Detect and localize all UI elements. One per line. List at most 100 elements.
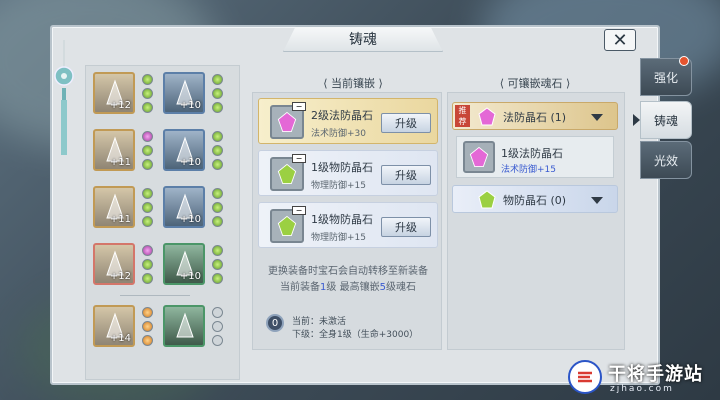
- equipment-slot-weapon[interactable]: +14: [93, 305, 135, 347]
- upgrade-button[interactable]: 升级: [381, 217, 431, 237]
- socket-gem-icon: [142, 145, 153, 156]
- gem-stat: 物理防御+15: [311, 233, 366, 243]
- set-bonus-next: 下级：全身1级（生命+3000）: [292, 330, 419, 340]
- physical-gem-icon: [277, 163, 297, 184]
- equipment-slot-chest[interactable]: +11: [93, 186, 135, 228]
- equipment-level: +10: [179, 100, 201, 111]
- note-text: 当前装备: [280, 282, 321, 293]
- socket-gem-icon: [142, 259, 153, 270]
- category-name: 物防晶石 (0): [503, 194, 567, 207]
- physical-gem-icon: [277, 215, 297, 236]
- equipment-level: +10: [179, 271, 201, 282]
- window-title-text: 铸魂: [349, 32, 377, 48]
- max-level-note: 当前装备1级 最高镶嵌5级魂石: [258, 278, 438, 293]
- category-magic-defense[interactable]: 推荐 法防晶石 (1): [452, 102, 618, 130]
- equipment-divider: [120, 295, 190, 296]
- chevron-down-icon[interactable]: [591, 114, 603, 121]
- remove-gem-icon[interactable]: −: [292, 102, 306, 111]
- category-physical-defense[interactable]: 物防晶石 (0): [452, 185, 618, 213]
- jade-ornament-icon: [54, 40, 74, 155]
- equipment-level: +10: [179, 157, 201, 168]
- inlaid-gem-row[interactable]: − 1级物防晶石 物理防御+15 升级: [258, 150, 438, 196]
- remove-gem-icon[interactable]: −: [292, 154, 306, 163]
- inlaid-gem-row[interactable]: − 1级物防晶石 物理防御+15 升级: [258, 202, 438, 248]
- gem-slot[interactable]: −: [270, 102, 306, 139]
- equipment-slot-fashion[interactable]: [163, 305, 205, 347]
- socket-gem-icon: [212, 273, 223, 284]
- socket-gem-icon: [212, 335, 223, 346]
- socket-gem-icon: [212, 88, 223, 99]
- socket-gem-icon: [212, 159, 223, 170]
- upgrade-button[interactable]: 升级: [381, 165, 431, 185]
- socket-gem-icon: [212, 131, 223, 142]
- gem-slot[interactable]: −: [270, 154, 306, 191]
- gem-name: 1级物防晶石: [311, 161, 373, 174]
- socket-gem-icon: [142, 88, 153, 99]
- socket-gem-icon: [212, 321, 223, 332]
- socket-gem-icon: [142, 216, 153, 227]
- socket-gem-icon: [142, 159, 153, 170]
- category-name: 法防晶石 (1): [503, 111, 567, 124]
- remove-gem-icon[interactable]: −: [292, 206, 306, 215]
- note-text: 级 最高镶嵌: [326, 282, 380, 293]
- socket-gem-icon: [142, 202, 153, 213]
- stone-name: 1级法防晶石: [501, 147, 563, 160]
- set-bonus-icon: 0: [266, 314, 284, 332]
- equipment-slot-charm[interactable]: +10: [163, 243, 205, 285]
- equipment-slot-helmet[interactable]: +12: [93, 72, 135, 114]
- watermark-subtext: zjhao.com: [610, 384, 674, 394]
- equipment-level: +11: [109, 157, 131, 168]
- recommend-tag: 推荐: [455, 105, 470, 127]
- stone-stat: 法术防御+15: [501, 165, 556, 175]
- transfer-note: 更换装备时宝石会自动转移至新装备: [268, 266, 428, 277]
- tab-forge-soul[interactable]: 铸魂: [640, 101, 692, 139]
- current-inlay-header: ⟨ 当前镶嵌 ⟩: [323, 76, 383, 91]
- socket-gem-icon: [212, 74, 223, 85]
- equipment-slot-necklace[interactable]: +10: [163, 72, 205, 114]
- available-stones-title: 可镶嵌魂石: [507, 77, 563, 90]
- equipment-level: +12: [109, 271, 131, 282]
- socket-gem-icon: [142, 245, 153, 256]
- fashion-icon: [176, 312, 194, 338]
- physical-gem-icon: [478, 190, 496, 209]
- tab-pointer-icon: [633, 114, 640, 126]
- watermark-text: 干将手游站: [608, 364, 703, 385]
- socket-gem-icon: [212, 307, 223, 318]
- notification-dot: [679, 56, 689, 66]
- gem-name: 1级物防晶石: [311, 213, 373, 226]
- equipment-slot-pendant[interactable]: +10: [163, 129, 205, 171]
- inlaid-gem-row[interactable]: − 2级法防晶石 法术防御+30 升级: [258, 98, 438, 144]
- close-button[interactable]: ✕: [604, 29, 636, 51]
- gem-slot[interactable]: −: [270, 206, 306, 243]
- stone-list-item[interactable]: 1级法防晶石 法术防御+15: [456, 136, 614, 178]
- socket-gem-icon: [212, 245, 223, 256]
- socket-gem-icon: [142, 188, 153, 199]
- equipment-slot-boots[interactable]: +12: [93, 243, 135, 285]
- socket-gem-icon: [212, 188, 223, 199]
- stone-slot: [463, 141, 495, 173]
- socket-gem-icon: [212, 102, 223, 113]
- tab-light-effect[interactable]: 光效: [640, 141, 692, 179]
- socket-gem-icon: [142, 273, 153, 284]
- equipment-slot-bracer[interactable]: +11: [93, 129, 135, 171]
- equipment-level: +10: [179, 214, 201, 225]
- chevron-down-icon[interactable]: [591, 197, 603, 204]
- gem-name: 2级法防晶石: [311, 109, 373, 122]
- socket-gem-icon: [212, 202, 223, 213]
- socket-gem-icon: [142, 321, 153, 332]
- set-bonus-current: 当前：未激活: [292, 317, 347, 327]
- current-inlay-title: 当前镶嵌: [331, 77, 375, 90]
- site-watermark: 干将手游站 zjhao.com: [568, 358, 720, 400]
- available-stones-panel: [447, 92, 625, 350]
- gem-stat: 物理防御+15: [311, 181, 366, 191]
- socket-gem-icon: [212, 216, 223, 227]
- upgrade-button[interactable]: 升级: [381, 113, 431, 133]
- socket-gem-icon: [212, 259, 223, 270]
- equipment-level: +11: [109, 214, 131, 225]
- gem-stat: 法术防御+30: [311, 129, 366, 139]
- close-icon: ✕: [612, 29, 628, 51]
- socket-gem-icon: [142, 74, 153, 85]
- equipment-slot-ring[interactable]: +10: [163, 186, 205, 228]
- magic-gem-icon: [277, 111, 297, 132]
- available-stones-header: ⟨ 可镶嵌魂石 ⟩: [499, 76, 571, 91]
